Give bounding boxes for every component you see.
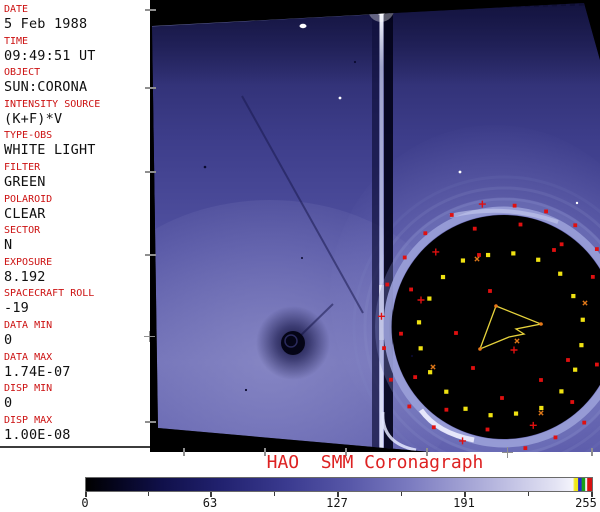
sidebar-bottom-border: [0, 446, 151, 448]
metadata-sidebar: DATE 5 Feb 1988 TIME 09:49:51 UT OBJECT …: [0, 0, 150, 446]
metadata-entry: POLAROID CLEAR: [4, 194, 150, 226]
metadata-label: FILTER: [4, 161, 41, 173]
colorbar-tick-label: 0: [81, 496, 89, 510]
metadata-value: 5 Feb 1988: [4, 16, 88, 32]
colorbar-minor-tick: [527, 492, 529, 496]
metadata-label: DATE: [4, 4, 29, 15]
metadata-entry: DATE 5 Feb 1988: [4, 4, 150, 36]
metadata-value: 8.192: [4, 268, 46, 285]
metadata-label: DATA MAX: [4, 351, 53, 363]
frame-tick: [145, 87, 156, 89]
colorbar-minor-tick: [273, 492, 275, 496]
metadata-entry: SPACECRAFT ROLL -19: [4, 288, 150, 320]
metadata-entry: FILTER GREEN: [4, 162, 150, 194]
metadata-entry: DISP MAX 1.00E-08: [4, 415, 150, 446]
metadata-value: WHITE LIGHT: [4, 142, 96, 159]
colorbar-tick-label: 255: [575, 496, 597, 510]
metadata-value: 0: [4, 331, 13, 348]
metadata-entry: TYPE-OBS WHITE LIGHT: [4, 130, 150, 162]
metadata-entry: EXPOSURE 8.192: [4, 257, 150, 289]
metadata-label: EXPOSURE: [4, 256, 53, 268]
metadata-value: SUN:CORONA: [4, 79, 88, 96]
metadata-label: DISP MIN: [4, 383, 53, 395]
metadata-label: DISP MAX: [4, 414, 53, 426]
metadata-value: 09:49:51 UT: [4, 47, 96, 64]
colorbar-minor-tick: [147, 492, 149, 496]
metadata-value: GREEN: [4, 173, 46, 190]
metadata-value: 1.00E-08: [4, 426, 71, 443]
metadata-entry: SECTOR N: [4, 225, 150, 257]
metadata-entry: INTENSITY SOURCE (K+F)*V: [4, 99, 150, 131]
metadata-entry: DATA MAX 1.74E-07: [4, 352, 150, 384]
metadata-value: 1.74E-07: [4, 363, 71, 380]
colorbar-minor-tick: [400, 492, 402, 496]
metadata-value: 0: [4, 395, 13, 412]
colorbar-tick-label: 191: [453, 496, 475, 510]
metadata-label: SPACECRAFT ROLL: [4, 288, 95, 300]
metadata-label: SECTOR: [4, 225, 41, 237]
frame-tick: [145, 9, 156, 11]
frame-tick: [145, 171, 156, 173]
frame-tick: [145, 254, 156, 256]
metadata-value: -19: [4, 300, 29, 317]
colorbar-tick-label: 63: [202, 496, 218, 510]
dark-spot-artifact: [256, 306, 330, 380]
metadata-label: OBJECT: [4, 67, 41, 79]
metadata-label: POLAROID: [4, 193, 53, 205]
frame-plus-mark: [144, 331, 155, 342]
metadata-value: N: [4, 237, 13, 254]
metadata-entry: OBJECT SUN:CORONA: [4, 67, 150, 99]
metadata-label: DATA MIN: [4, 319, 53, 331]
metadata-entry: DISP MIN 0: [4, 383, 150, 415]
coronagraph-image: [150, 0, 600, 452]
metadata-label: TYPE-OBS: [4, 130, 53, 142]
image-title: HAO SMM Coronagraph: [266, 452, 484, 473]
metadata-value: CLEAR: [4, 205, 46, 222]
metadata-value: (K+F)*V: [4, 110, 63, 127]
frame-tick: [145, 421, 156, 423]
colorbar-tick-label: 127: [326, 496, 348, 510]
metadata-label: INTENSITY SOURCE: [4, 98, 101, 110]
metadata-entry: TIME 09:49:51 UT: [4, 36, 150, 68]
metadata-entry: DATA MIN 0: [4, 320, 150, 352]
colorbar-gradient: [85, 477, 593, 492]
metadata-label: TIME: [4, 35, 29, 47]
